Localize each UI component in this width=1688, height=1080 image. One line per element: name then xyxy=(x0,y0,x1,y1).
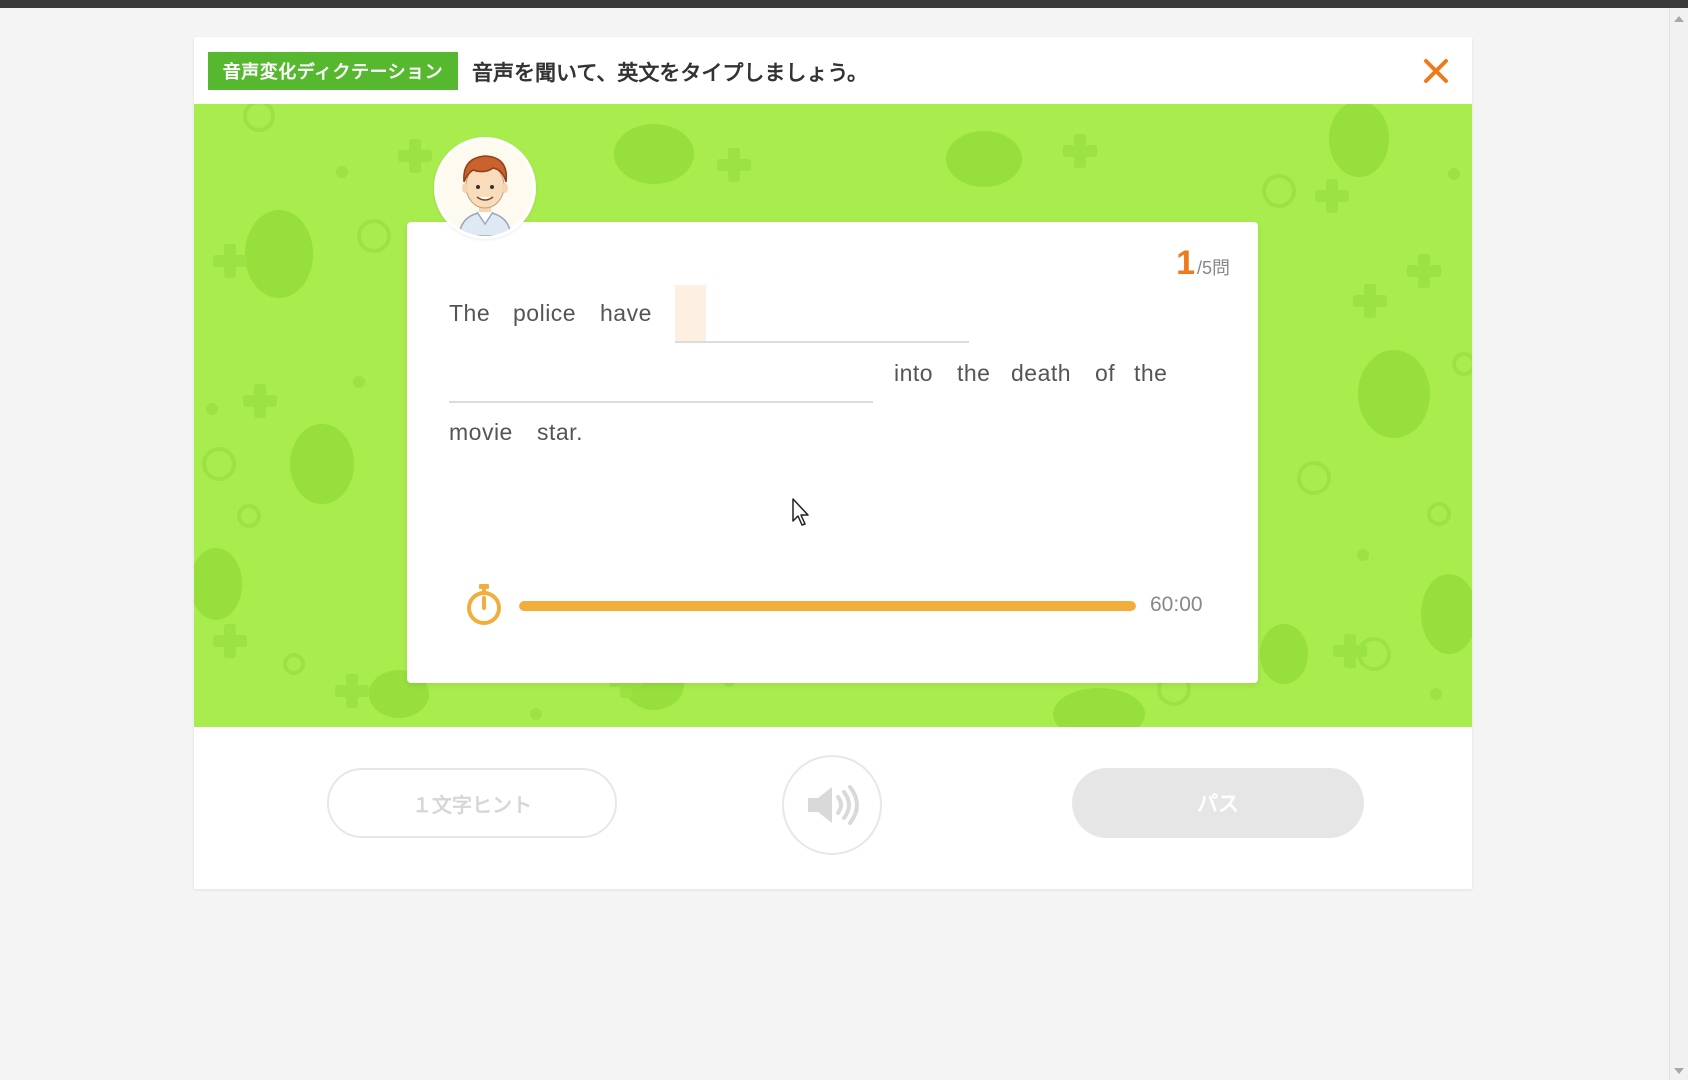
page-scrollbar[interactable] xyxy=(1669,8,1688,1080)
sentence-word: death xyxy=(1011,360,1072,386)
scroll-up-arrow-icon[interactable] xyxy=(1674,16,1684,22)
close-icon xyxy=(1424,59,1448,83)
close-button[interactable] xyxy=(1416,51,1456,91)
sentence-word: police xyxy=(513,300,577,326)
mouse-pointer-icon xyxy=(792,498,809,526)
sentence-word: of xyxy=(1095,360,1116,386)
sentence-word: movie xyxy=(449,419,513,445)
input-caret-highlight xyxy=(675,285,706,341)
sentence-word: the xyxy=(957,360,991,386)
answer-blank-underline xyxy=(675,341,969,343)
speaker-avatar xyxy=(434,137,536,239)
dictation-panel: 音声変化ディクテーション 音声を聞いて、英文をタイプしましょう。 1 /5問 T… xyxy=(194,37,1472,889)
question-current-number: 1 xyxy=(1176,244,1195,282)
question-card: 1/5問 The police have into the death of t… xyxy=(407,222,1258,683)
control-bar: １文字ヒント パス xyxy=(194,727,1472,889)
question-counter: 1/5問 xyxy=(1176,244,1230,283)
play-audio-button[interactable] xyxy=(782,755,882,855)
sentence-word: The xyxy=(449,300,491,326)
mode-badge: 音声変化ディクテーション xyxy=(208,52,458,90)
speaker-icon xyxy=(808,785,859,825)
sentence-word: star. xyxy=(537,419,583,445)
answer-blank-underline xyxy=(449,401,873,403)
person-avatar-icon xyxy=(437,140,533,236)
pass-button[interactable]: パス xyxy=(1072,768,1364,838)
panel-header: 音声変化ディクテーション 音声を聞いて、英文をタイプしましょう。 xyxy=(194,37,1472,104)
stopwatch-icon xyxy=(467,584,501,625)
question-stage: 1/5問 The police have into the death of t… xyxy=(194,104,1472,727)
sentence-word: the xyxy=(1134,360,1168,386)
sentence-word: into xyxy=(894,360,934,386)
timer-progress-fill xyxy=(519,601,1136,611)
question-total: /5問 xyxy=(1196,258,1230,278)
sentence-word: have xyxy=(600,300,652,326)
scroll-down-arrow-icon[interactable] xyxy=(1674,1068,1684,1074)
timer-text: 60:00 xyxy=(1150,593,1203,616)
browser-top-bar xyxy=(0,0,1688,8)
instruction-text: 音声を聞いて、英文をタイプしましょう。 xyxy=(472,62,869,85)
timer-progress-bar xyxy=(519,601,1136,611)
hint-button[interactable]: １文字ヒント xyxy=(327,768,617,838)
